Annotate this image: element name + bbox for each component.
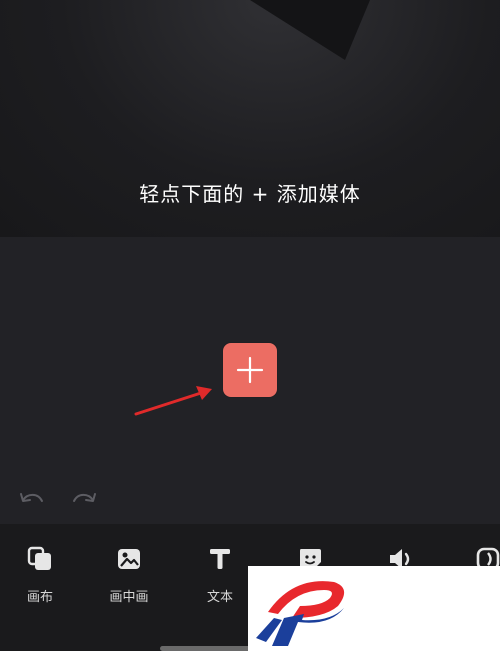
redo-icon[interactable] [70,488,98,508]
toolbar-item-text[interactable]: 文本 [190,544,250,605]
add-media-hint: 轻点下面的 + 添加媒体 [139,182,361,206]
text-icon [210,549,230,569]
undo-icon[interactable] [18,488,46,508]
canvas-icon [27,546,51,570]
editor-screen: 轻点下面的 + 添加媒体 画布 画中画 文本 [0,0,500,651]
watermark-logo [248,566,500,651]
toolbar-item-canvas[interactable]: 画布 [10,544,70,605]
toolbar-item-label: 画中画 [109,590,149,605]
preview-decoration [250,0,370,60]
plus-icon [236,356,264,384]
preview-area: 轻点下面的 + 添加媒体 [0,0,500,237]
toolbar-item-label: 文本 [206,590,233,605]
annotation-arrow [134,386,212,416]
toolbar-item-picture-in-picture[interactable]: 画中画 [99,544,159,605]
toolbar-item-label: 画布 [26,590,53,605]
brand-logo-icon [256,581,345,646]
picture-in-picture-icon [118,549,140,569]
add-media-button[interactable] [223,343,277,397]
